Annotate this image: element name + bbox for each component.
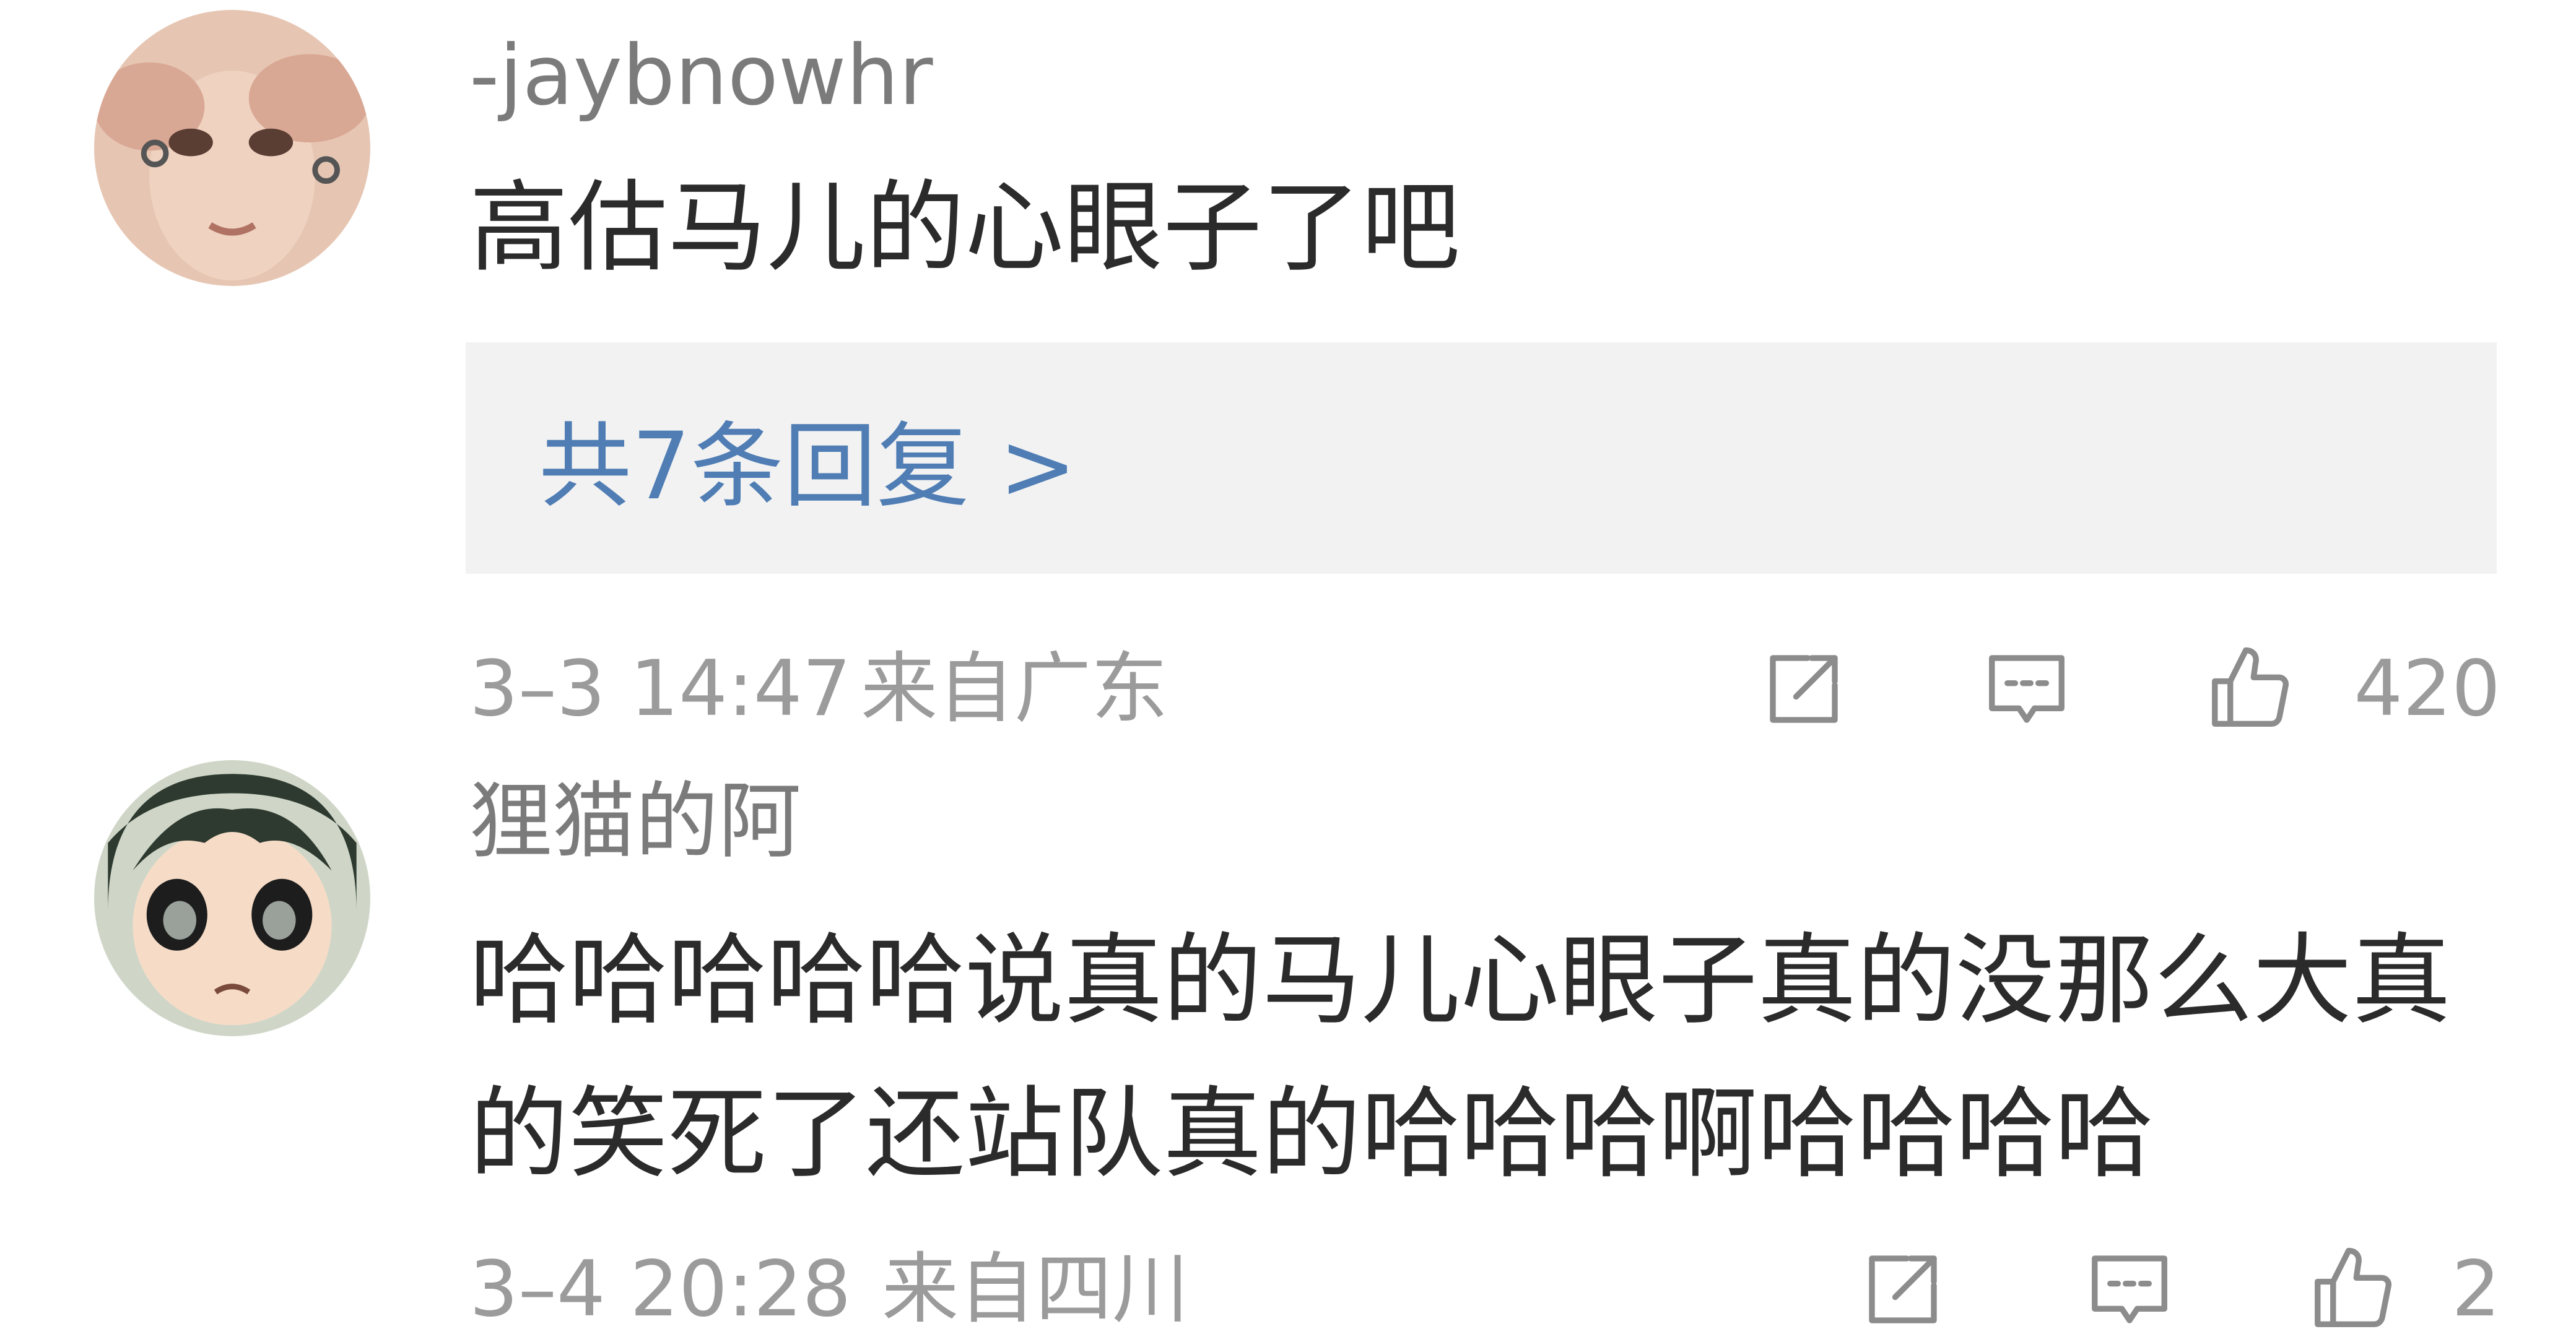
- comment-icon[interactable]: [2083, 1243, 2176, 1336]
- comment-location: 来自广东: [861, 644, 1168, 734]
- comment-text: 高估马儿的心眼子了吧: [469, 170, 1461, 285]
- comment-timestamp: 3–4 20:28: [469, 1245, 851, 1334]
- view-replies-link[interactable]: 共7条回复 >: [539, 391, 1077, 526]
- comment-meta: 3–4 20:28 来自四川 2: [469, 1237, 2500, 1342]
- thumbs-up-icon[interactable]: [2306, 1243, 2399, 1336]
- username[interactable]: 狸猫的阿: [469, 772, 801, 871]
- comment-text: 哈哈哈哈哈说真的马儿心眼子真的没那么大真的笑死了还站队真的哈哈哈啊哈哈哈哈: [469, 922, 2452, 1192]
- comment-meta: 3–3 14:47 来自广东 420: [469, 636, 2500, 742]
- replies-box: 共7条回复 >: [466, 342, 2497, 574]
- like-count: 420: [2354, 644, 2500, 734]
- avatar[interactable]: [94, 760, 370, 1036]
- share-icon[interactable]: [1757, 643, 1850, 735]
- comment-timestamp: 3–3 14:47: [469, 644, 851, 734]
- like-count: 2: [2452, 1245, 2500, 1334]
- share-icon[interactable]: [1856, 1243, 1949, 1336]
- comment-location: 来自四川: [882, 1245, 1190, 1334]
- comment-icon[interactable]: [1980, 643, 2073, 735]
- username[interactable]: -jaybnowhr: [469, 26, 933, 125]
- avatar[interactable]: [94, 10, 370, 286]
- thumbs-up-icon[interactable]: [2203, 643, 2296, 735]
